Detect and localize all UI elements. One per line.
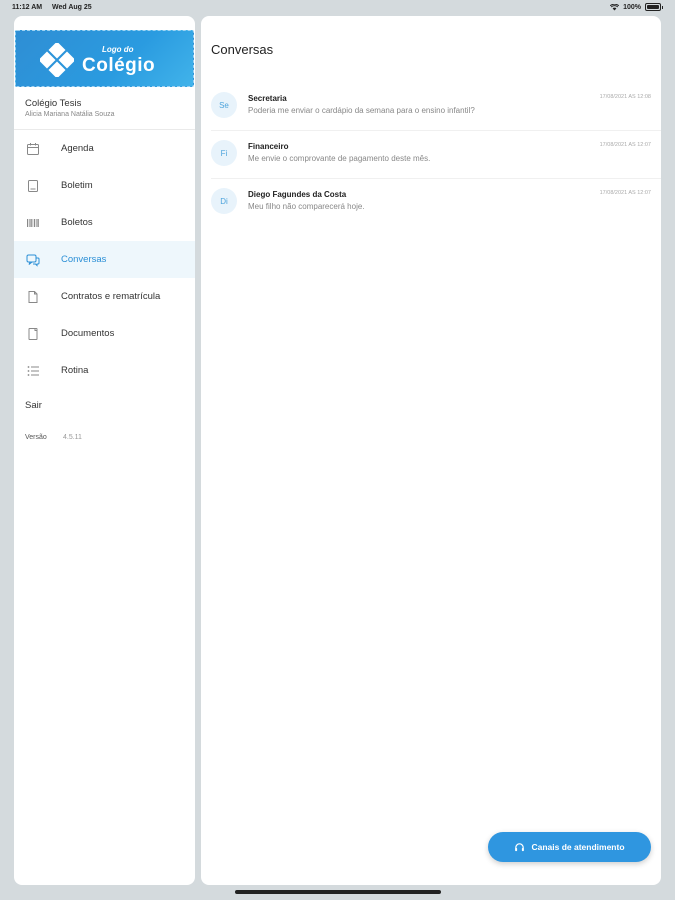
sidebar-item-label: Rotina xyxy=(61,365,89,376)
conversation-date: 17/08/2021 AS 12:07 xyxy=(599,142,651,148)
page-title: Conversas xyxy=(211,42,274,57)
conversation-item[interactable]: Fi Financeiro Me envie o comprovante de … xyxy=(201,132,661,179)
sidebar-item-boletim[interactable]: Boletim xyxy=(14,167,195,204)
conversation-name: Secretaria xyxy=(248,94,287,103)
document-icon xyxy=(28,291,38,303)
wifi-icon xyxy=(610,3,620,10)
school-name: Colégio Tesis xyxy=(25,98,82,109)
logo-mark-icon xyxy=(40,43,74,77)
version-value: 4.5.11 xyxy=(63,434,82,441)
support-channels-label: Canais de atendimento xyxy=(531,842,625,852)
sidebar-item-label: Agenda xyxy=(61,143,94,154)
conversation-item[interactable]: Di Diego Fagundes da Costa Meu filho não… xyxy=(201,180,661,227)
conversation-name: Financeiro xyxy=(248,142,289,151)
sidebar-item-rotina[interactable]: Rotina xyxy=(14,352,195,389)
divider xyxy=(211,130,661,131)
conversation-item[interactable]: Se Secretaria Poderia me enviar o cardáp… xyxy=(201,84,661,131)
sidebar-menu: Agenda Boletim Boletos Conversas Contrat… xyxy=(14,130,195,389)
divider xyxy=(211,178,661,179)
chat-icon xyxy=(26,254,40,267)
sidebar-item-label: Documentos xyxy=(61,328,115,339)
logo-top-text: Logo do xyxy=(102,45,134,54)
home-indicator[interactable] xyxy=(235,890,441,894)
sidebar-item-conversas[interactable]: Conversas xyxy=(14,241,195,278)
report-card-icon xyxy=(28,180,38,192)
status-time: 11:12 AM xyxy=(12,4,43,11)
barcode-icon xyxy=(27,219,39,227)
headset-icon xyxy=(515,842,525,851)
version-label: Versão xyxy=(25,434,47,441)
sidebar-item-contratos[interactable]: Contratos e rematrícula xyxy=(14,278,195,315)
status-bar: 11:12 AM Wed Aug 25 100% xyxy=(0,0,675,16)
conversation-preview: Meu filho não comparecerá hoje. xyxy=(248,202,365,211)
student-name: Alicia Mariana Natália Souza xyxy=(25,111,115,118)
status-right: 100% xyxy=(610,3,663,11)
conversation-preview: Me envie o comprovante de pagamento dest… xyxy=(248,154,431,163)
list-icon xyxy=(27,366,39,376)
sidebar-item-label: Contratos e rematrícula xyxy=(61,291,161,302)
battery-percent: 100% xyxy=(623,3,641,11)
logo-main-text: Colégio xyxy=(82,55,156,76)
conversation-name: Diego Fagundes da Costa xyxy=(248,190,347,199)
sidebar-item-label: Boletim xyxy=(61,180,93,191)
avatar: Se xyxy=(211,92,237,118)
sidebar-item-documentos[interactable]: Documentos xyxy=(14,315,195,352)
avatar: Fi xyxy=(211,140,237,166)
sidebar-item-agenda[interactable]: Agenda xyxy=(14,130,195,167)
support-channels-button[interactable]: Canais de atendimento xyxy=(488,832,651,862)
file-icon xyxy=(28,328,38,340)
conversation-date: 17/08/2021 AS 12:07 xyxy=(599,190,651,196)
conversations-panel: Conversas Se Secretaria Poderia me envia… xyxy=(201,16,661,885)
sidebar-item-label: Boletos xyxy=(61,217,93,228)
avatar: Di xyxy=(211,188,237,214)
status-date: Wed Aug 25 xyxy=(52,4,92,11)
conversation-date: 17/08/2021 AS 12:08 xyxy=(599,94,651,100)
calendar-icon xyxy=(27,143,39,155)
sidebar-item-label: Conversas xyxy=(61,254,107,265)
conversation-preview: Poderia me enviar o cardápio da semana p… xyxy=(248,106,475,115)
sidebar: Logo do Colégio Colégio Tesis Alicia Mar… xyxy=(14,16,195,885)
sidebar-item-boletos[interactable]: Boletos xyxy=(14,204,195,241)
logout-button[interactable]: Sair xyxy=(25,400,42,411)
school-logo: Logo do Colégio xyxy=(15,30,194,87)
battery-icon xyxy=(645,3,663,11)
